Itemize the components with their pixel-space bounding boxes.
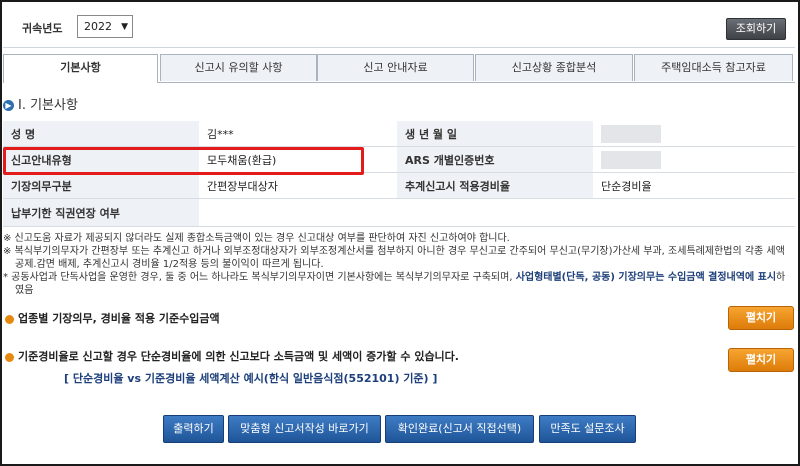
note-2: ※ 복식부기의무자가 간편장부 또는 추계신고 하거나 외부조정대상자가 외부조… (3, 246, 785, 270)
tab-basic[interactable]: 기본사항 (3, 54, 158, 83)
tab-guide-data[interactable]: 신고 안내자료 (317, 54, 474, 81)
expense-section-title: 기준경비율로 신고할 경우 단순경비율에 의한 신고보다 소득금액 및 세액이 … (5, 348, 459, 364)
tab-caution[interactable]: 신고시 유의할 사항 (160, 54, 317, 81)
custom-return-button[interactable]: 맞춤형 신고서작성 바로가기 (228, 415, 381, 443)
bookkeeping-label: 기장의무구분 (3, 172, 199, 199)
year-label: 귀속년도 (22, 22, 63, 35)
chevron-down-icon: ▼ (121, 22, 128, 32)
tab-bar: 기본사항 신고시 유의할 사항 신고 안내자료 신고상황 종합분석 주택임대소득… (3, 54, 795, 83)
topbar: 귀속년도 2022 ▼ 조회하기 (3, 3, 795, 48)
bullet-icon (5, 352, 14, 362)
expand-expense-button[interactable]: 펼치기 (728, 348, 794, 372)
note-1: ※ 신고도움 자료가 제공되지 않더라도 실제 종합소득금액이 있는 경우 신고… (3, 233, 510, 244)
ars-value (593, 146, 795, 173)
ars-label: ARS 개별인증번호 (397, 146, 593, 173)
empty-cell (397, 198, 593, 227)
comparison-title: [ 단순경비율 vs 기준경비율 세액계산 예시(한식 일반음식점(552101… (64, 372, 438, 385)
empty-cell (593, 198, 795, 227)
expense-rate-label: 추계신고시 적용경비율 (397, 172, 593, 199)
expand-income-button[interactable]: 펼치기 (728, 306, 794, 330)
masked-value (601, 150, 661, 169)
expense-rate-value: 단순경비율 (593, 172, 795, 199)
notes: ※ 신고도움 자료가 제공되지 않더라도 실제 종합소득금액이 있는 경우 신고… (3, 232, 793, 297)
tab-rental[interactable]: 주택임대소득 참고자료 (634, 54, 793, 81)
query-button[interactable]: 조회하기 (726, 18, 786, 40)
survey-button[interactable]: 만족도 설문조사 (539, 415, 636, 443)
year-select[interactable]: 2022 ▼ (77, 15, 133, 38)
income-section-title: 업종별 기장의무, 경비율 적용 기준수입금액 (5, 310, 220, 326)
year-value: 2022 (84, 20, 112, 33)
name-label: 성 명 (3, 121, 199, 147)
confirm-button[interactable]: 확인완료(신고서 직접선택) (385, 415, 534, 443)
table-row: 납부기한 직권연장 여부 (3, 198, 795, 227)
masked-value (601, 124, 661, 143)
table-row: 성 명 김*** 생 년 월 일 (3, 121, 795, 147)
section-title: ▶ Ⅰ. 기본사항 (3, 94, 78, 113)
bullet-icon (5, 314, 14, 324)
note-3: * 공동사업과 단독사업을 운영한 경우, 둘 중 어느 하나라도 복식부기의무… (3, 272, 786, 296)
tab-analysis[interactable]: 신고상황 종합분석 (475, 54, 633, 81)
birthdate-value (593, 121, 795, 147)
table-row: 기장의무구분 간편장부대상자 추계신고시 적용경비율 단순경비율 (3, 172, 795, 199)
name-value: 김*** (199, 121, 397, 147)
print-button[interactable]: 출력하기 (163, 415, 224, 443)
arrow-circle-icon: ▶ (3, 100, 14, 111)
birthdate-label: 생 년 월 일 (397, 121, 593, 147)
highlight-box (3, 147, 364, 175)
deadline-extension-label: 납부기한 직권연장 여부 (3, 198, 199, 227)
deadline-extension-value (199, 198, 397, 227)
bookkeeping-value: 간편장부대상자 (199, 172, 397, 199)
